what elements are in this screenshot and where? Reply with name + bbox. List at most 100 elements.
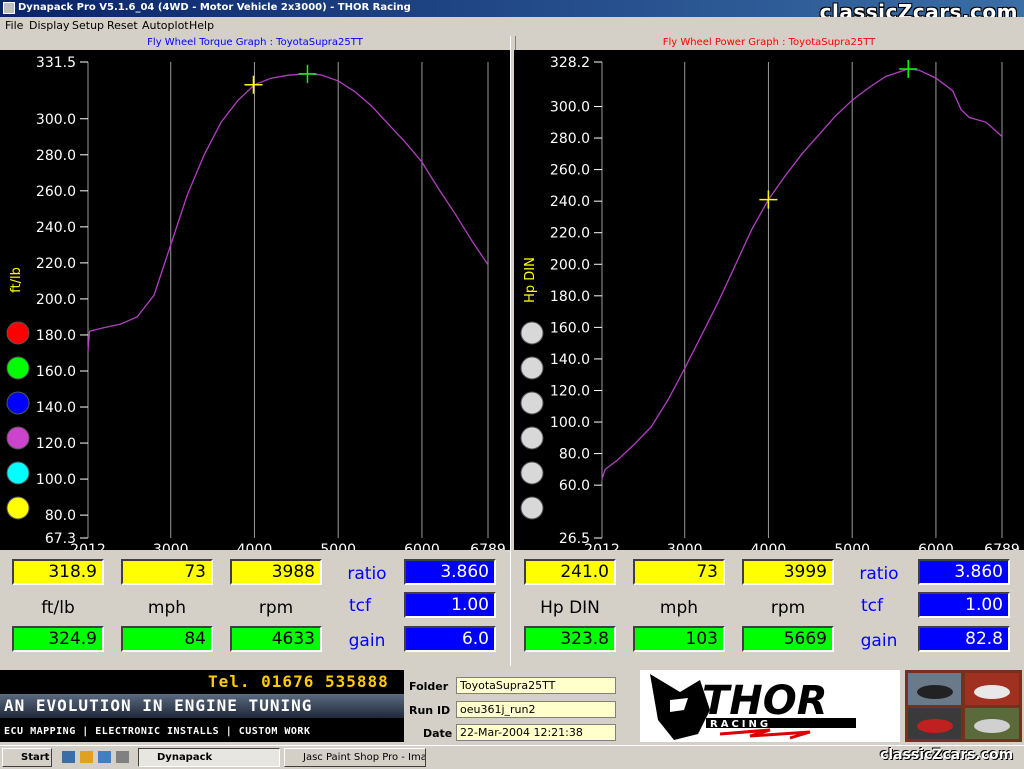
task-label: Dynapack	[157, 752, 213, 763]
y-tick-label: 240.0	[550, 194, 590, 210]
menu-help[interactable]: Help	[189, 19, 214, 32]
color-swatch-button	[6, 391, 30, 415]
unit-label-power: Hp DIN	[540, 598, 600, 618]
y-tick-label: 100.0	[550, 415, 590, 431]
y-tick-label: 67.3	[45, 531, 76, 547]
color-swatch-button	[520, 391, 544, 415]
color-swatch-button	[6, 426, 30, 450]
folder-field[interactable]: ToyotaSupra25TT	[456, 677, 616, 694]
gain-value[interactable]: 82.8	[918, 626, 1010, 652]
menu-display[interactable]: Display	[29, 19, 70, 32]
app-icon	[3, 2, 15, 14]
folder-label: Folder	[409, 680, 449, 693]
y-tick-label: 220.0	[550, 226, 590, 242]
rpm-green-value: 4633	[230, 626, 322, 652]
rpm-yellow-value: 3988	[230, 559, 322, 585]
menu-bar: File Display Setup Reset Autoplot Help	[0, 17, 1024, 34]
color-swatch-button	[520, 321, 544, 345]
x-tick-label: 6789	[470, 542, 506, 550]
y-tick-label: 328.2	[550, 55, 590, 71]
racing-logo-text: RACING	[710, 719, 771, 730]
y-tick-label: 331.5	[36, 55, 76, 71]
x-tick-label: 5000	[320, 542, 356, 550]
unit-label-rpm: rpm	[258, 598, 294, 618]
torque-graph: 2012 3000 4000 5000 6000 6789 331.5 300.0 280.0 2…	[0, 50, 510, 582]
color-swatch-button	[520, 496, 544, 520]
y-tick-label: 220.0	[36, 256, 76, 272]
banner: Tel. 01676 535888 AN EVOLUTION IN ENGINE…	[0, 668, 1024, 744]
y-tick-label: 300.0	[36, 112, 76, 128]
color-swatch-button	[6, 461, 30, 485]
window-title: Dynapack Pro V5.1.6_04 (4WD - Motor Vehi…	[18, 2, 411, 13]
task-paint-shop-pro[interactable]: Jasc Paint Shop Pro - Ima...	[284, 748, 426, 767]
menu-autoplot[interactable]: Autoplot	[142, 19, 189, 32]
y-axis-label: Hp DIN	[523, 257, 538, 303]
advert: Tel. 01676 535888 AN EVOLUTION IN ENGINE…	[0, 670, 404, 742]
start-button[interactable]: Start	[2, 748, 52, 767]
y-tick-label: 160.0	[36, 364, 76, 380]
y-tick-label: 280.0	[36, 148, 76, 164]
ratio-label: ratio	[347, 564, 387, 584]
quick-launch-icon[interactable]	[80, 751, 93, 763]
thor-logo-text: THOR	[702, 678, 828, 724]
y-tick-label: 180.0	[36, 328, 76, 344]
y-axis-label: ft/lb	[9, 267, 24, 293]
torque-yellow-value: 318.9	[12, 559, 104, 585]
menu-setup[interactable]: Setup	[72, 19, 104, 32]
quick-launch-icon[interactable]	[98, 751, 111, 763]
y-tick-label: 100.0	[36, 472, 76, 488]
quick-launch-icon[interactable]	[62, 751, 75, 763]
tcf-value[interactable]: 1.00	[404, 592, 496, 618]
color-swatch-button	[6, 356, 30, 380]
gain-label: gain	[860, 631, 898, 651]
ratio-label: ratio	[859, 564, 899, 584]
power-yellow-value: 241.0	[524, 559, 616, 585]
tray-watermark: classicZcars.com	[880, 747, 1014, 763]
unit-label-mph: mph	[659, 598, 699, 618]
runid-label: Run ID	[409, 704, 451, 717]
mph-yellow-value: 73	[633, 559, 725, 585]
quick-launch-icon[interactable]	[116, 751, 129, 763]
thor-logo-graphic: THOR RACING	[650, 674, 856, 740]
mph-green-value: 103	[633, 626, 725, 652]
y-tick-label: 120.0	[36, 436, 76, 452]
y-tick-label: 80.0	[559, 447, 590, 463]
color-swatch-button	[520, 426, 544, 450]
x-tick-label: 4000	[751, 542, 787, 550]
rpm-yellow-value: 3999	[742, 559, 834, 585]
date-field[interactable]: 22-Mar-2004 12:21:38	[456, 724, 616, 741]
torque-chart: 2012 3000 4000 5000 6000 6789331.5300.0280.02…	[6, 55, 506, 582]
torque-readout-panel: 318.9 73 3988 ft/lb mph rpm 324.9 84 463…	[0, 550, 510, 666]
power-readout-panel: 241.0 73 3999 Hp DIN mph rpm 323.8 103 5…	[514, 550, 1024, 666]
tcf-label: tcf	[349, 596, 371, 616]
torque-graph-title: Fly Wheel Torque Graph : ToyotaSupra25TT	[0, 36, 510, 50]
ratio-value[interactable]: 3.860	[918, 559, 1010, 585]
advert-services: ECU MAPPING | ELECTRONIC INSTALLS | CUST…	[4, 726, 311, 737]
x-tick-label: 3000	[153, 542, 189, 550]
runid-field[interactable]: oeu361j_run2	[456, 701, 616, 718]
y-tick-label: 140.0	[550, 352, 590, 368]
ratio-value[interactable]: 3.860	[404, 559, 496, 585]
torque-green-value: 324.9	[12, 626, 104, 652]
unit-label-mph: mph	[147, 598, 187, 618]
task-label: Jasc Paint Shop Pro - Ima...	[303, 752, 426, 763]
tcf-value[interactable]: 1.00	[918, 592, 1010, 618]
y-tick-label: 200.0	[550, 257, 590, 273]
y-tick-label: 260.0	[36, 184, 76, 200]
y-tick-label: 180.0	[550, 289, 590, 305]
y-tick-label: 80.0	[45, 508, 76, 524]
power-graph: 2012 3000 4000 5000 6000 6789 328.2 300.0 280.0 2…	[514, 50, 1024, 582]
power-chart: 2012 3000 4000 5000 6000 6789328.2300.0280.02…	[520, 55, 1020, 582]
x-tick-label: 6789	[984, 542, 1020, 550]
tcf-label: tcf	[861, 596, 883, 616]
y-tick-label: 260.0	[550, 163, 590, 179]
advert-phone: Tel. 01676 535888	[208, 672, 389, 691]
menu-file[interactable]: File	[5, 19, 23, 32]
task-dynapack[interactable]: Dynapack	[138, 748, 280, 767]
y-tick-label: 240.0	[36, 220, 76, 236]
menu-reset[interactable]: Reset	[107, 19, 138, 32]
series-line	[601, 68, 1003, 480]
gain-value[interactable]: 6.0	[404, 626, 496, 652]
color-swatch-button	[520, 356, 544, 380]
x-tick-label: 5000	[834, 542, 870, 550]
